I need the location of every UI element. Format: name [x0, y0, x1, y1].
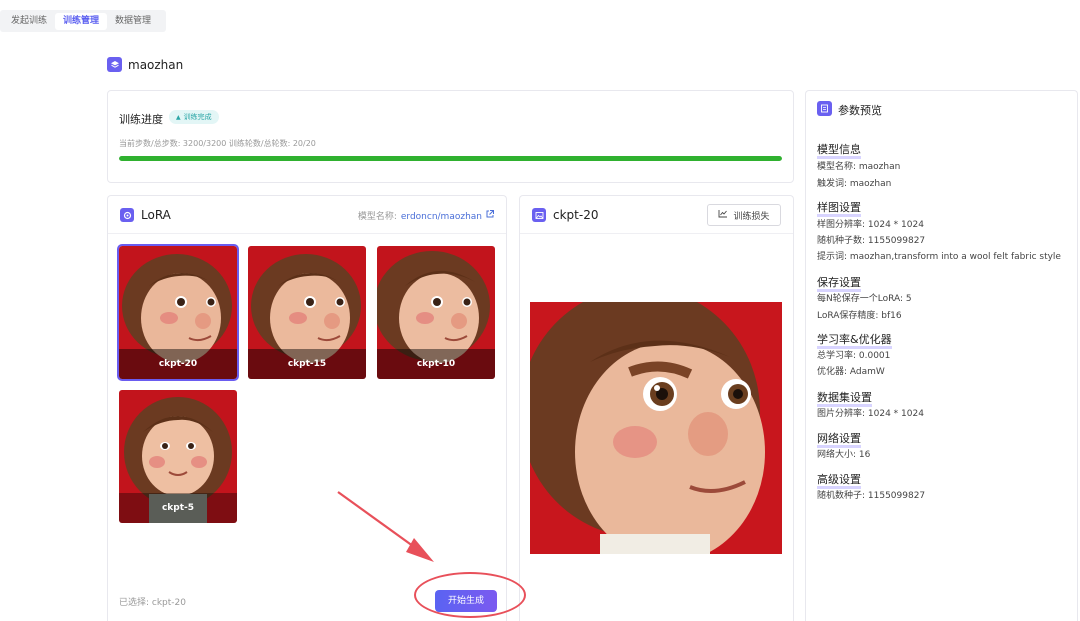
section-model-info: 模型信息: [817, 141, 861, 159]
param-item: 图片分辨率: 1024 * 1024: [817, 409, 924, 419]
line-chart-icon: [718, 209, 728, 221]
checkpoint-label: ckpt-20: [158, 359, 198, 369]
preview-image: [530, 302, 782, 554]
section-network-settings: 网络设置: [817, 430, 861, 448]
top-tabs: 发起训练 训练管理 数据管理: [0, 10, 166, 32]
training-progress-card: 训练进度 ▲ 训练完成 当前步数/总步数: 3200/3200 训练轮数/总轮数:…: [107, 90, 794, 183]
lora-card-header: LoRA 模型名称: erdoncn/maozhan: [108, 196, 506, 234]
status-dot-icon: ▲: [176, 114, 181, 121]
param-item: 优化器: AdamW: [817, 367, 885, 377]
checkpoint-thumb-5[interactable]: ckpt-5: [119, 390, 237, 523]
felt-doll-closeup-image: [530, 302, 782, 554]
external-link-icon[interactable]: [485, 209, 495, 219]
checkpoint-preview-header: ckpt-20 训练损失: [520, 196, 793, 234]
progress-bar: [119, 156, 782, 161]
param-item: 每N轮保存一个LoRA: 5: [817, 294, 912, 304]
section-dataset-settings: 数据集设置: [817, 389, 872, 407]
steps-text: 当前步数/总步数: 3200/3200 训练轮数/总轮数: 20/20: [119, 139, 316, 148]
param-item: 随机数种子: 1155099827: [817, 491, 926, 501]
project-header: maozhan: [107, 57, 183, 72]
selected-checkpoint-text: 已选择: ckpt-20: [119, 598, 186, 608]
status-badge-label: 训练完成: [183, 113, 212, 121]
checkpoint-label: ckpt-10: [416, 359, 456, 369]
section-advanced-settings: 高级设置: [817, 471, 861, 489]
tab-training-management[interactable]: 训练管理: [55, 12, 108, 30]
training-loss-button[interactable]: 训练损失: [707, 204, 781, 226]
param-item: 触发词: maozhan: [817, 179, 892, 189]
checkpoint-label: ckpt-15: [287, 359, 327, 369]
model-link[interactable]: erdoncn/maozhan: [401, 212, 482, 222]
section-save-settings: 保存设置: [817, 274, 861, 292]
checkpoint-preview-card: ckpt-20 训练损失: [519, 195, 794, 621]
document-icon: [817, 101, 832, 116]
param-item: 提示词: maozhan,transform into a wool felt …: [817, 252, 1061, 262]
param-item: 网络大小: 16: [817, 450, 871, 460]
tab-data-management[interactable]: 数据管理: [107, 13, 159, 30]
lora-icon: [120, 208, 134, 222]
param-item: 总学习率: 0.0001: [817, 351, 891, 361]
project-name: maozhan: [128, 57, 184, 72]
progress-bar-fill: [119, 156, 782, 161]
checkpoint-thumb-15[interactable]: ckpt-15: [248, 246, 366, 379]
progress-title: 训练进度: [119, 113, 163, 126]
tab-start-training[interactable]: 发起训练: [3, 13, 55, 30]
params-preview-card: 参数预览 模型信息 模型名称: maozhan 触发词: maozhan 样图设…: [805, 90, 1078, 621]
lora-card: LoRA 模型名称: erdoncn/maozhan ckpt-20 ckpt-…: [107, 195, 507, 621]
param-item: 随机种子数: 1155099827: [817, 236, 926, 246]
param-item: 模型名称: maozhan: [817, 162, 901, 172]
model-name-row: 模型名称: erdoncn/maozhan: [358, 209, 482, 222]
params-title: 参数预览: [838, 104, 882, 117]
status-badge: ▲ 训练完成: [169, 110, 219, 124]
param-item: LoRA保存精度: bf16: [817, 311, 902, 321]
section-sample-settings: 样图设置: [817, 199, 861, 217]
training-loss-label: 训练损失: [733, 211, 770, 222]
checkpoint-thumb-20[interactable]: ckpt-20: [117, 244, 239, 381]
lora-title: LoRA: [141, 208, 171, 222]
model-name-label: 模型名称:: [357, 212, 397, 222]
param-item: 样图分辨率: 1024 * 1024: [817, 220, 924, 230]
checkpoint-thumb-10[interactable]: ckpt-10: [377, 246, 495, 379]
section-lr-optimizer: 学习率&优化器: [817, 331, 892, 349]
image-icon: [532, 208, 546, 222]
checkpoint-label: ckpt-5: [161, 503, 195, 513]
preview-title: ckpt-20: [553, 208, 599, 222]
start-generate-button[interactable]: 开始生成: [435, 590, 497, 612]
layers-icon: [107, 57, 122, 72]
